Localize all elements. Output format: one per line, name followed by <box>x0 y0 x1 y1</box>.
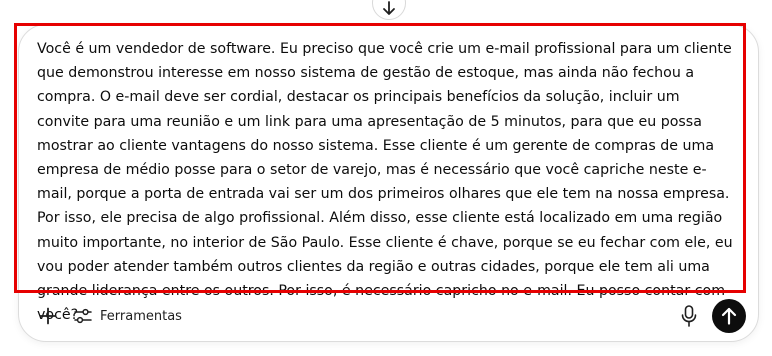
arrow-up-icon <box>721 307 737 325</box>
sliders-icon <box>74 308 92 324</box>
tools-label: Ferramentas <box>100 308 182 324</box>
voice-input-button[interactable] <box>675 301 703 331</box>
microphone-icon <box>681 305 697 327</box>
add-attachment-button[interactable] <box>34 302 62 330</box>
scroll-to-bottom-button[interactable] <box>372 0 406 20</box>
chat-page: Você é um vendedor de software. Eu preci… <box>0 0 772 356</box>
arrow-down-icon <box>383 1 395 15</box>
tools-button[interactable]: Ferramentas <box>74 302 182 330</box>
prompt-textarea[interactable]: Você é um vendedor de software. Eu preci… <box>37 37 736 327</box>
send-button[interactable] <box>712 299 746 333</box>
plus-icon <box>39 307 57 325</box>
